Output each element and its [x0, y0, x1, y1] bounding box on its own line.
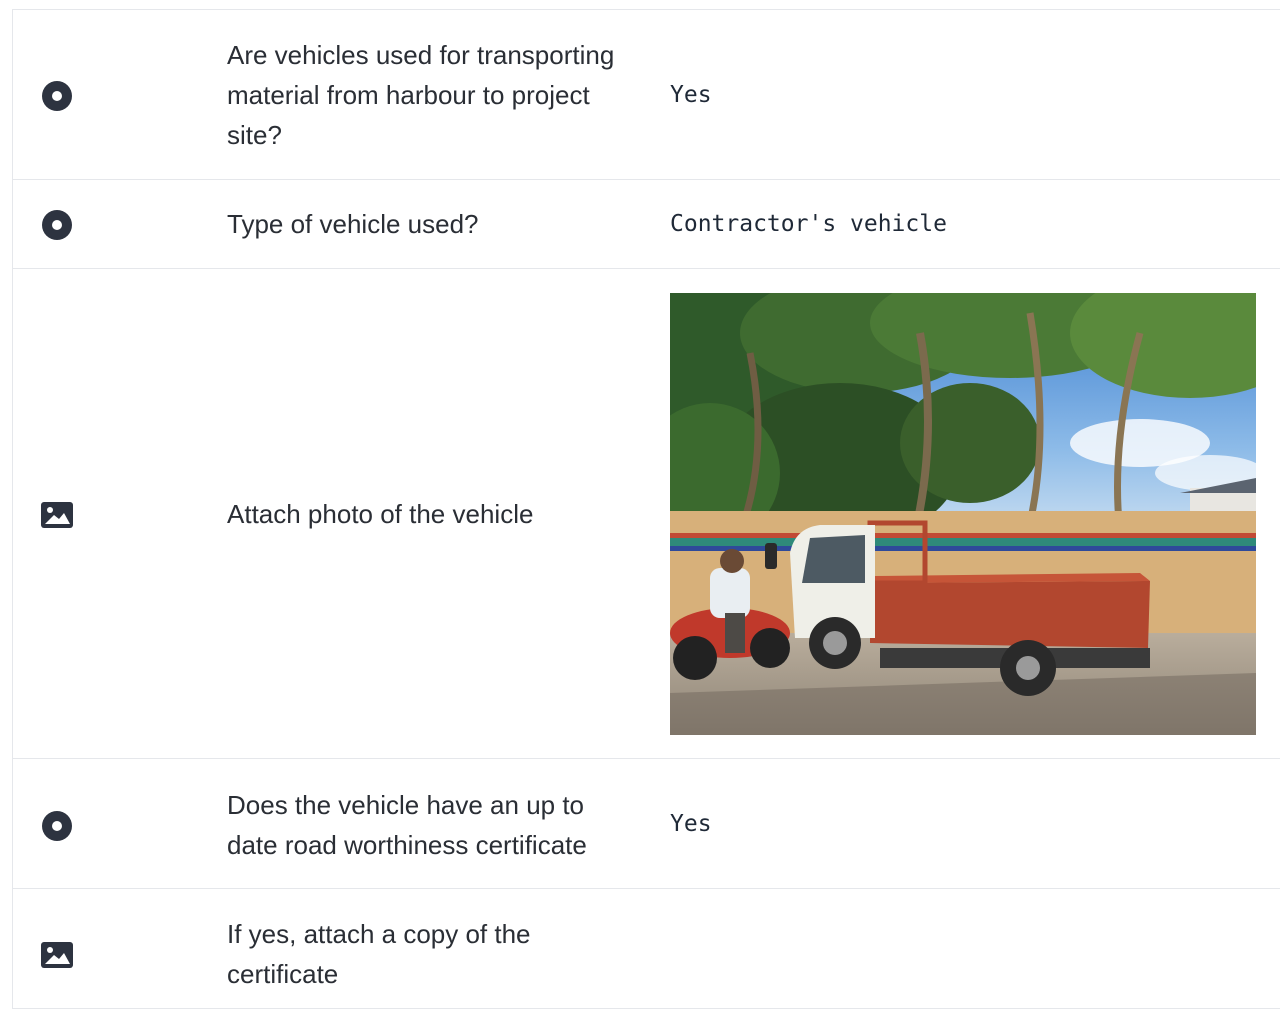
question-text: Attach photo of the vehicle [227, 499, 534, 529]
question-text: If yes, attach a copy of the certificate [227, 919, 531, 989]
table-row: Does the vehicle have an up to date road… [13, 759, 1280, 889]
question-text: Are vehicles used for transporting mater… [227, 40, 615, 150]
answer-value: Yes [670, 811, 712, 837]
answer-value: Contractor's vehicle [670, 211, 947, 237]
radio-filled-icon [41, 80, 73, 112]
image-icon [41, 499, 73, 531]
question-text: Does the vehicle have an up to date road… [227, 790, 587, 860]
table-row: Attach photo of the vehicle [13, 269, 1280, 759]
table-row: Are vehicles used for transporting mater… [13, 10, 1280, 180]
table-row: If yes, attach a copy of the certificate [13, 889, 1280, 1009]
radio-filled-icon [41, 810, 73, 842]
image-icon [41, 939, 73, 971]
question-text: Type of vehicle used? [227, 209, 479, 239]
answer-value: Yes [670, 82, 712, 108]
vehicle-photo[interactable] [670, 293, 1256, 735]
radio-filled-icon [41, 209, 73, 241]
table-row: Type of vehicle used? Contractor's vehic… [13, 180, 1280, 269]
survey-table: Are vehicles used for transporting mater… [12, 9, 1280, 1009]
